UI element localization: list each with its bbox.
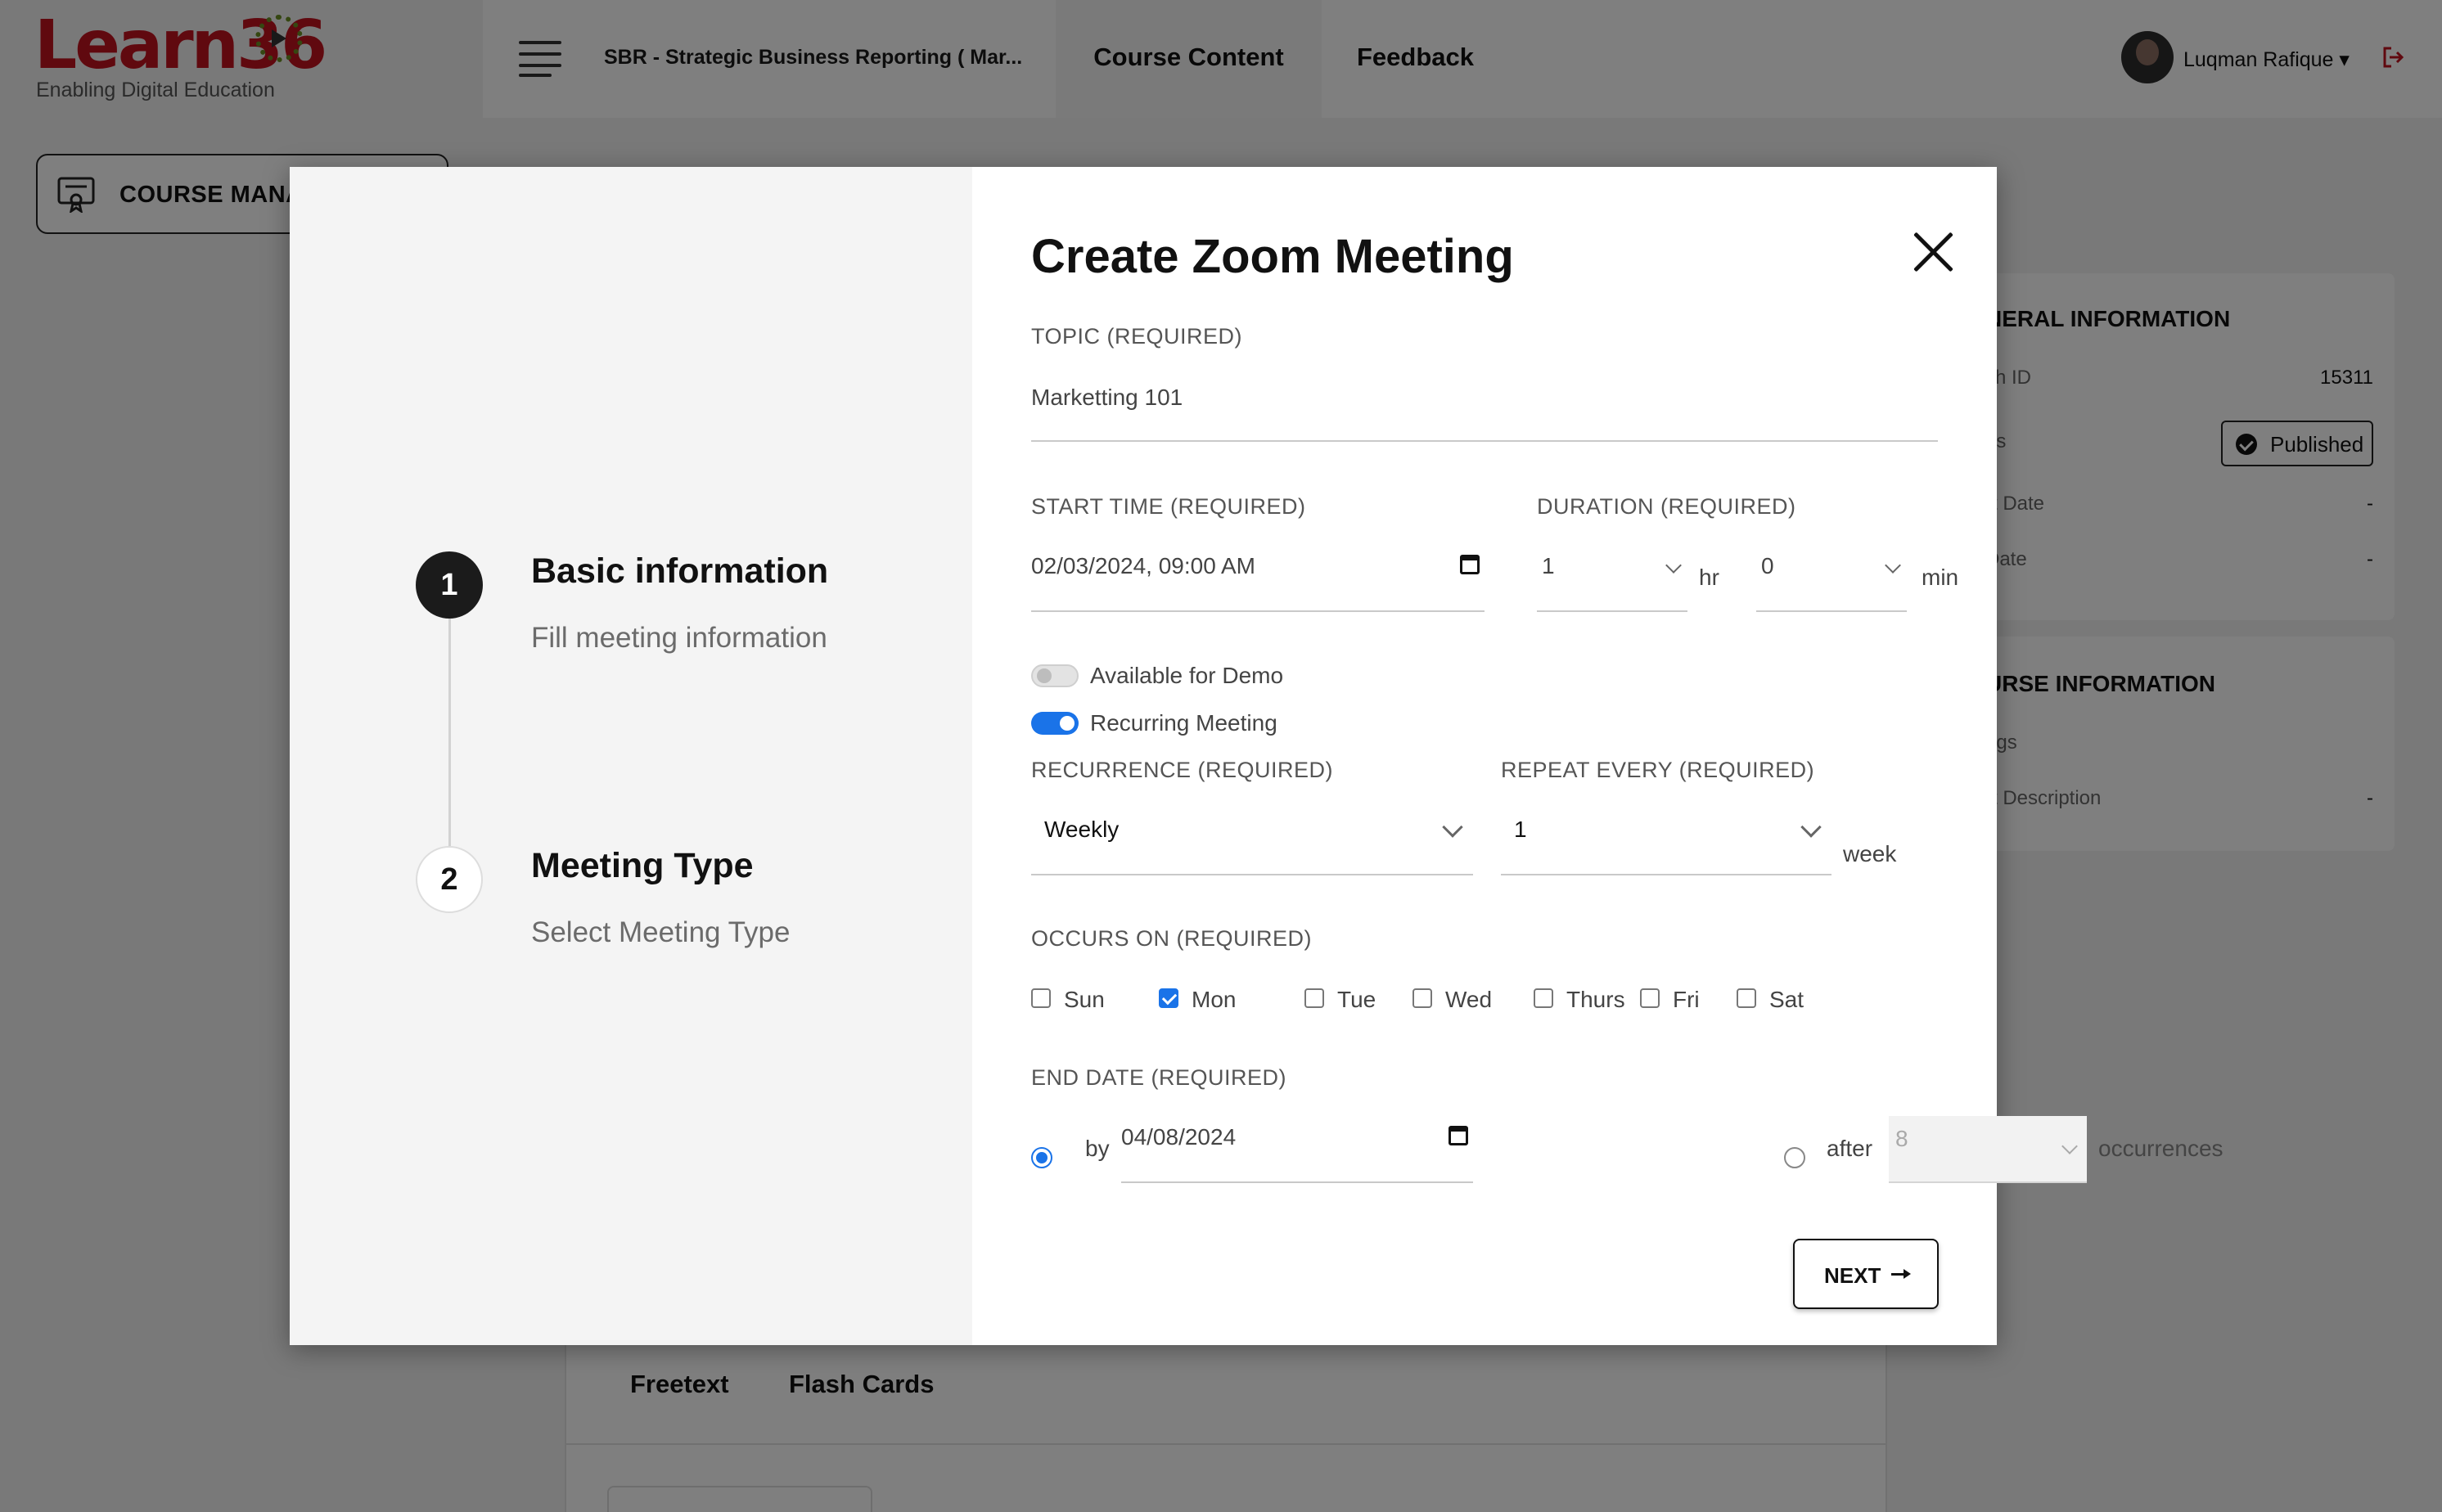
create-zoom-meeting-modal: 1 Basic information Fill meeting informa… [290,167,2223,1345]
step-2-title: Meeting Type [531,846,754,885]
duration-label: DURATION (REQUIRED) [1537,494,1796,519]
meeting-form: Create Zoom Meeting TOPIC (REQUIRED) Mar… [972,167,2223,1345]
hours-unit: hr [1699,565,1719,590]
occurrences-label: occurrences [2098,1136,2223,1161]
step-1-title: Basic information [531,551,829,591]
demo-toggle-label: Available for Demo [1090,663,1284,688]
occurrences-value: 8 [1895,1126,1908,1151]
recurrence-label: RECURRENCE (REQUIRED) [1031,758,1334,782]
end-by-radio[interactable] [1031,1147,1052,1168]
start-time-value: 02/03/2024, 09:00 AM [1031,553,1255,578]
topic-label: TOPIC (REQUIRED) [1031,324,1243,349]
chevron-down-icon [1665,557,1682,574]
day-checkbox-thurs[interactable] [1534,988,1553,1008]
repeat-unit: week [1843,841,1897,866]
day-label: Thurs [1566,987,1625,1012]
next-button-label: NEXT [1824,1263,1881,1288]
calendar-icon[interactable] [1460,555,1480,574]
recurring-toggle[interactable] [1031,712,1079,735]
day-checkbox-fri[interactable] [1640,988,1660,1008]
day-checkbox-sun[interactable] [1031,988,1051,1008]
calendar-icon[interactable] [1449,1126,1468,1145]
start-time-label: START TIME (REQUIRED) [1031,494,1306,519]
repeat-every-value: 1 [1514,817,1527,842]
recurring-toggle-label: Recurring Meeting [1090,710,1277,736]
repeat-every-label: REPEAT EVERY (REQUIRED) [1501,758,1815,782]
day-label: Fri [1673,987,1700,1012]
end-date-input[interactable]: 04/08/2024 [1121,1124,1473,1183]
topic-input[interactable]: Marketting 101 [1031,385,1938,442]
end-by-label: by [1085,1136,1110,1161]
day-checkbox-mon[interactable] [1159,988,1178,1008]
day-checkbox-tue[interactable] [1304,988,1324,1008]
recurrence-select[interactable]: Weekly [1031,817,1473,875]
day-label: Tue [1337,987,1376,1012]
duration-hours-value: 1 [1542,553,1555,578]
duration-hours-select[interactable]: 1 [1537,553,1687,612]
end-after-label: after [1827,1136,1873,1161]
duration-minutes-select[interactable]: 0 [1756,553,1907,612]
end-date-label: END DATE (REQUIRED) [1031,1065,1287,1090]
close-icon[interactable] [1910,229,1956,275]
occurrences-select[interactable]: 8 [1889,1116,2087,1183]
chevron-down-icon [2061,1138,2078,1154]
step-2-indicator: 2 [416,846,483,913]
step-1-subtitle: Fill meeting information [531,622,827,654]
day-label: Sun [1064,987,1105,1012]
demo-toggle[interactable] [1031,664,1079,687]
occurs-on-label: OCCURS ON (REQUIRED) [1031,926,1313,951]
day-checkbox-wed[interactable] [1412,988,1432,1008]
chevron-down-icon [1442,817,1463,838]
day-label: Wed [1445,987,1493,1012]
end-after-radio[interactable] [1784,1147,1805,1168]
chevron-down-icon [1800,817,1822,838]
end-date-value: 04/08/2024 [1121,1124,1237,1150]
repeat-every-select[interactable]: 1 [1501,817,1832,875]
step-2-subtitle: Select Meeting Type [531,916,791,948]
next-button[interactable]: NEXT [1793,1239,1939,1309]
arrow-right-icon [1891,1269,1911,1279]
day-label: Sat [1769,987,1804,1012]
day-label: Mon [1192,987,1237,1012]
minutes-unit: min [1922,565,1959,590]
start-time-input[interactable]: 02/03/2024, 09:00 AM [1031,553,1485,612]
stepper: 1 Basic information Fill meeting informa… [290,167,972,1345]
recurrence-value: Weekly [1044,817,1120,842]
day-checkbox-sat[interactable] [1737,988,1756,1008]
step-1-indicator: 1 [416,551,483,619]
chevron-down-icon [1885,557,1901,574]
duration-minutes-value: 0 [1761,553,1774,578]
modal-title: Create Zoom Meeting [1031,230,1514,283]
topic-value: Marketting 101 [1031,385,1183,410]
step-connector [448,619,451,846]
